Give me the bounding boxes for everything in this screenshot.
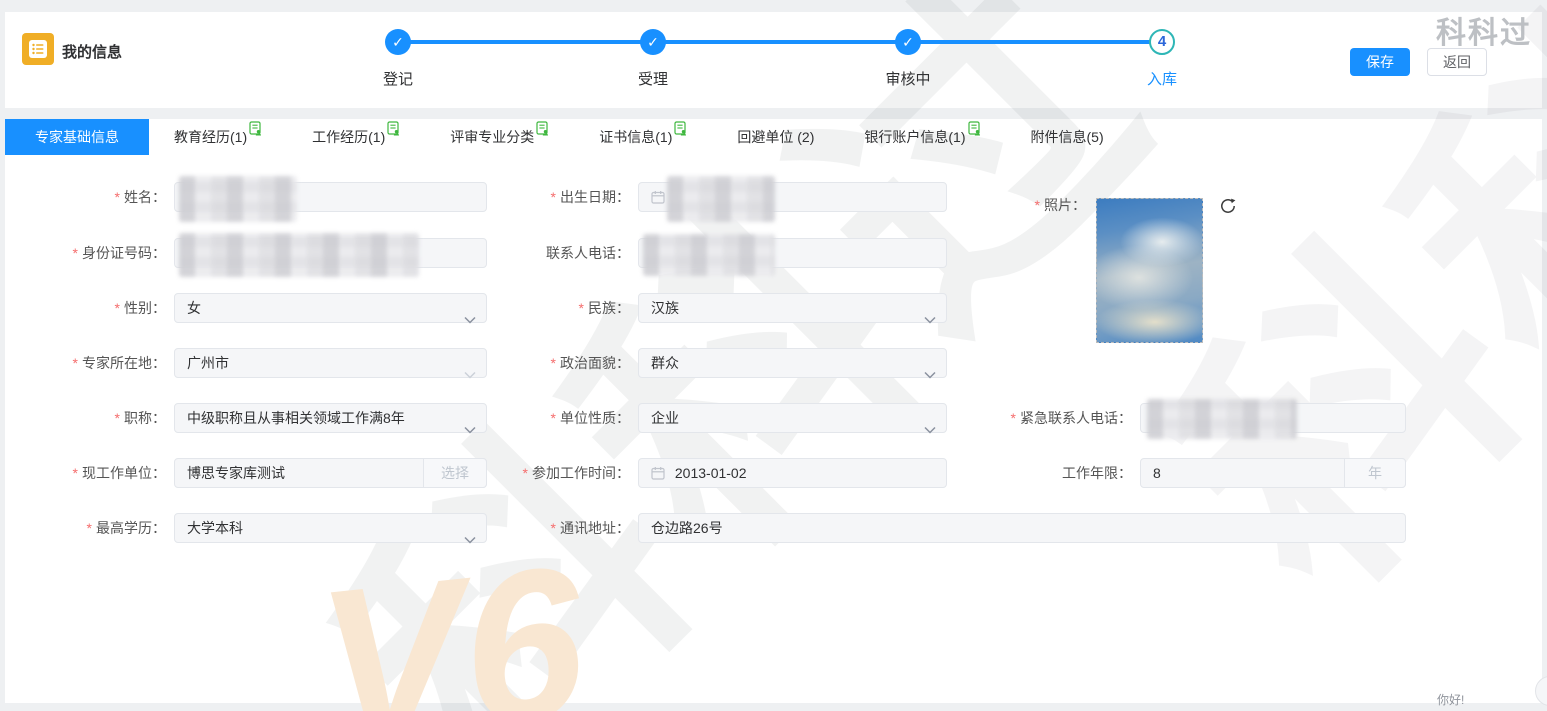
certificate-person-icon [249,113,262,149]
photo-preview[interactable] [1096,198,1203,343]
work-start-input[interactable]: 2013-01-02 [638,458,947,488]
tab-avoid-units[interactable]: 回避单位 (2) [712,119,839,155]
list-icon [28,39,48,59]
page: 科科过 科科过 科科过 V6 我的信息 保存 返回 ✓ ✓ ✓ 4 登记 受理 … [0,0,1547,711]
chevron-down-icon [464,305,476,333]
stepper-line [398,40,1162,44]
tab-education[interactable]: 教育经历(1) [149,119,287,155]
certificate-person-icon [387,113,400,149]
refresh-icon[interactable] [1218,196,1238,216]
work-years-input[interactable]: 8 年 [1140,458,1406,488]
birth-date-label: *出生日期： [490,182,630,212]
check-icon: ✓ [647,34,659,50]
contact-phone-input[interactable] [638,238,947,268]
redacted-value [643,234,775,276]
header-card-bg [5,12,1542,108]
tab-certificates[interactable]: 证书信息(1) [574,119,712,155]
education-select[interactable]: 大学本科 [174,513,487,543]
tab-attachments[interactable]: 附件信息(5) [1006,119,1129,155]
job-title-select[interactable]: 中级职称且从事相关领域工作满8年 [174,403,487,433]
work-start-label: *参加工作时间： [490,458,630,488]
political-status-select[interactable]: 群众 [638,348,947,378]
tab-bar: 专家基础信息 教育经历(1) 工作经历(1) 评审专业分类 证书信息(1) 回避… [5,119,1542,155]
step-number: 4 [1158,33,1166,50]
year-suffix: 年 [1344,458,1406,488]
political-status-label: *政治面貌： [490,348,630,378]
location-select[interactable]: 广州市 [174,348,487,378]
unit-type-select[interactable]: 企业 [638,403,947,433]
chevron-down-icon [464,415,476,443]
back-button[interactable]: 返回 [1427,48,1487,76]
gender-select[interactable]: 女 [174,293,487,323]
chevron-down-icon [924,360,936,388]
calendar-icon [651,467,665,483]
step-label-review: 审核中 [848,68,968,89]
tab-basic-info[interactable]: 专家基础信息 [5,119,149,155]
certificate-person-icon [536,113,549,149]
redacted-value [1147,399,1297,439]
gender-label: *性别： [20,293,166,323]
step-label-accept: 受理 [593,68,713,89]
education-label: *最高学历： [20,513,166,543]
check-icon: ✓ [902,34,914,50]
calendar-icon [651,191,665,207]
address-label: *通讯地址： [490,513,630,543]
step-dot-1: ✓ [385,29,411,55]
work-unit-label: *现工作单位： [20,458,166,488]
photo-label: *照片： [950,190,1086,220]
check-icon: ✓ [392,34,404,50]
name-label: *姓名： [20,182,166,212]
my-info-icon [22,33,54,65]
ethnicity-select[interactable]: 汉族 [638,293,947,323]
certificate-person-icon [674,113,687,149]
step-label-register: 登记 [338,68,458,89]
id-number-label: *身份证号码： [20,238,166,268]
work-years-label: 工作年限： [940,458,1132,488]
redacted-value [179,176,297,222]
name-input[interactable] [174,182,487,212]
chevron-down-icon [924,305,936,333]
work-unit-input[interactable]: 博思专家库测试 选择 [174,458,487,488]
greeting-text: 你好! [1437,691,1464,708]
chevron-down-icon [464,525,476,553]
id-number-input[interactable] [174,238,487,268]
ethnicity-label: *民族： [490,293,630,323]
redacted-value [179,233,419,277]
tab-review-category[interactable]: 评审专业分类 [425,119,574,155]
choose-button[interactable]: 选择 [423,458,487,488]
tab-work-history[interactable]: 工作经历(1) [287,119,425,155]
contact-phone-label: 联系人电话： [490,238,630,268]
job-title-label: *职称： [20,403,166,433]
chevron-down-icon [924,415,936,443]
redacted-value [667,176,775,222]
step-dot-2: ✓ [640,29,666,55]
chevron-down-icon [464,360,476,388]
emergency-phone-label: *紧急联系人电话： [940,403,1132,433]
step-dot-4: 4 [1149,29,1175,55]
page-title: 我的信息 [62,41,122,62]
tab-bank-account[interactable]: 银行账户信息(1) [839,119,1005,155]
emergency-phone-input[interactable] [1140,403,1406,433]
birth-date-input[interactable] [638,182,947,212]
address-input[interactable]: 仓边路26号 [638,513,1406,543]
certificate-person-icon [968,113,981,149]
unit-type-label: *单位性质： [490,403,630,433]
location-label: *专家所在地： [20,348,166,378]
step-dot-3: ✓ [895,29,921,55]
step-label-stored: 入库 [1102,68,1222,89]
save-button[interactable]: 保存 [1350,48,1410,76]
